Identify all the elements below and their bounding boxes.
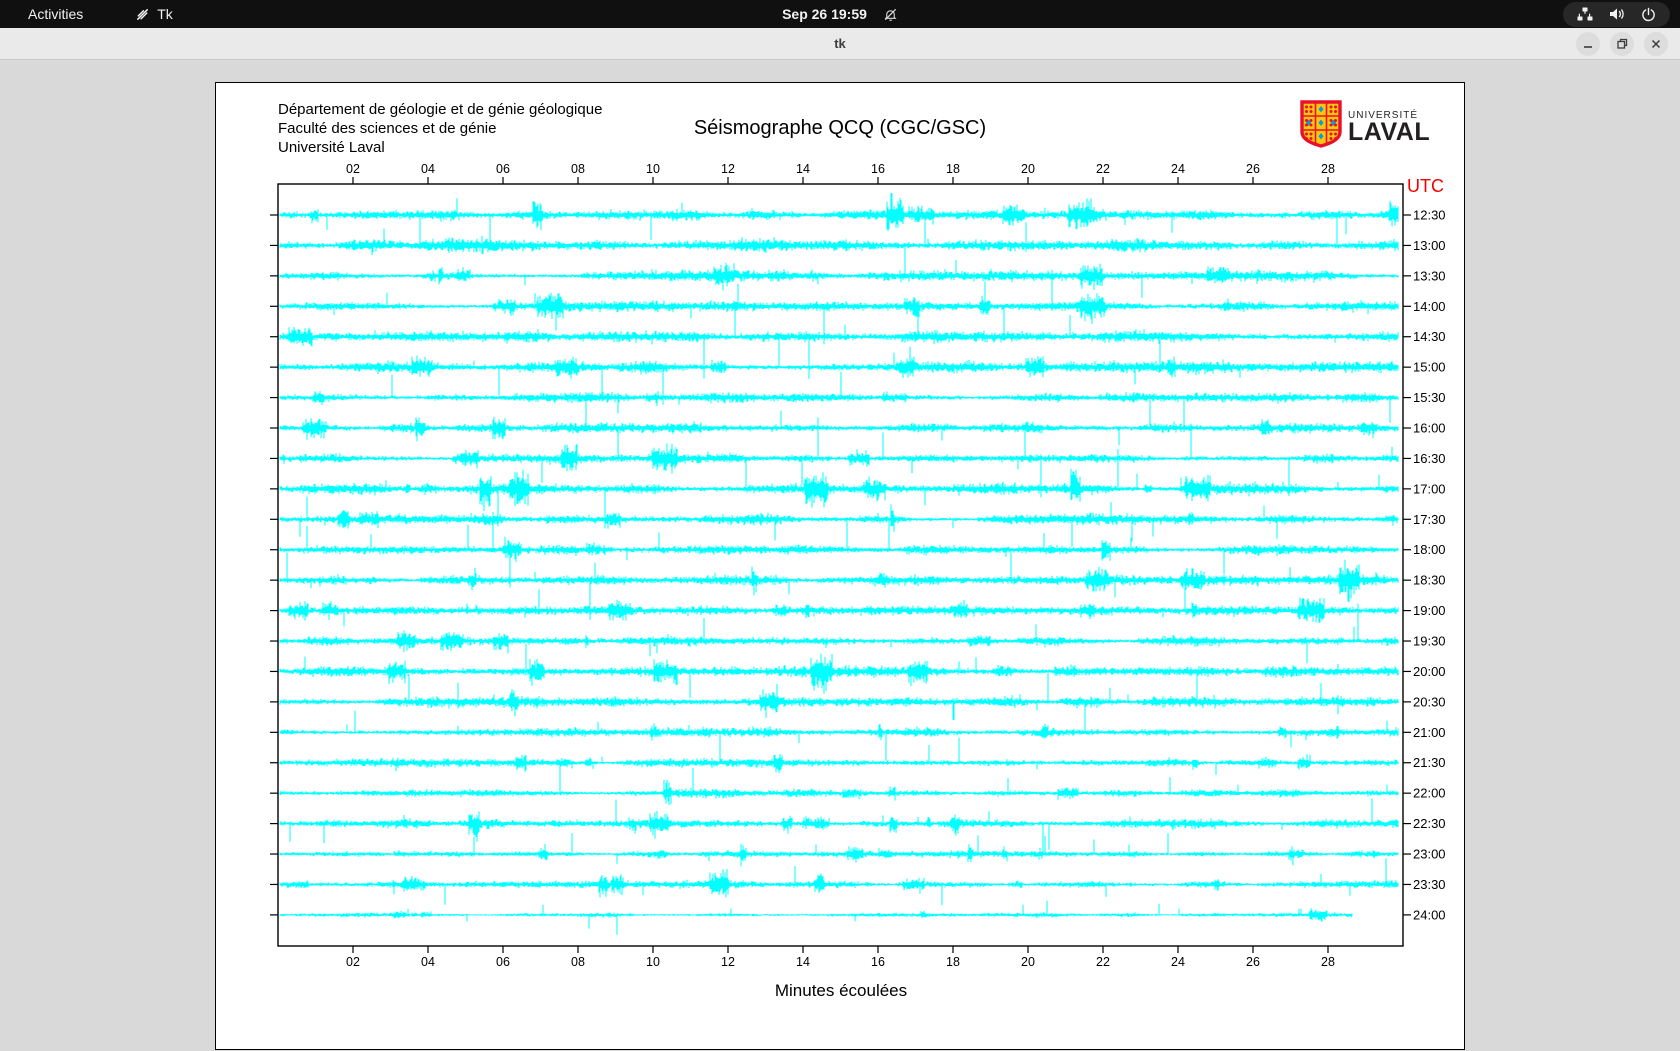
clock[interactable]: Sep 26 19:59 (782, 6, 867, 22)
plot-frame (277, 183, 1404, 947)
x-tick-label-bottom: 24 (1171, 955, 1185, 969)
volume-icon (1609, 7, 1625, 21)
x-tick-label-bottom: 18 (946, 955, 960, 969)
time-label: 21:00 (1413, 725, 1446, 740)
seismogram-trace (279, 496, 1399, 552)
seismograph-canvas: Département de géologie et de génie géol… (215, 82, 1465, 1050)
time-label: 18:00 (1413, 542, 1446, 557)
x-tick-label-top: 08 (571, 162, 585, 176)
time-label: 22:30 (1413, 816, 1446, 831)
time-label: 14:30 (1413, 329, 1446, 344)
window-title: tk (834, 36, 846, 51)
seismogram-trace (279, 333, 1399, 405)
time-label: 15:00 (1413, 360, 1446, 375)
x-tick-label-top: 04 (421, 162, 435, 176)
seismogram-trace (279, 670, 1399, 733)
x-tick-label-top: 12 (721, 162, 735, 176)
x-tick-label-bottom: 20 (1021, 955, 1035, 969)
seismogram-trace (279, 260, 1399, 298)
x-tick-label-bottom: 08 (571, 955, 585, 969)
seismogram-trace (279, 763, 1399, 805)
time-label: 17:30 (1413, 512, 1446, 527)
tk-app-label: Tk (157, 6, 173, 22)
time-label: 12:30 (1413, 208, 1446, 223)
x-tick-label-top: 14 (796, 162, 810, 176)
tk-window-background: Département de géologie et de génie géol… (0, 60, 1680, 1050)
seismogram-trace (279, 734, 1399, 775)
x-tick-label-top: 20 (1021, 162, 1035, 176)
x-tick-label-top: 18 (946, 162, 960, 176)
seismogram-trace (279, 710, 1399, 761)
close-button[interactable] (1644, 32, 1668, 56)
seismogram-trace (279, 858, 1399, 906)
x-tick-label-top: 06 (496, 162, 510, 176)
seismogram-trace (279, 393, 1399, 462)
x-tick-label-top: 10 (646, 162, 660, 176)
x-tick-label-bottom: 04 (421, 955, 435, 969)
x-tick-label-bottom: 14 (796, 955, 810, 969)
time-label: 21:30 (1413, 755, 1446, 770)
time-label: 23:30 (1413, 877, 1446, 892)
power-icon (1641, 7, 1656, 22)
seismogram-trace (279, 218, 1399, 273)
time-label: 19:00 (1413, 603, 1446, 618)
time-label: 20:00 (1413, 664, 1446, 679)
system-tray[interactable] (1563, 1, 1670, 27)
x-tick-label-top: 26 (1246, 162, 1260, 176)
x-tick-label-top: 24 (1171, 162, 1185, 176)
x-tick-label-bottom: 22 (1096, 955, 1110, 969)
seismogram-trace (279, 833, 1399, 867)
time-label: 23:00 (1413, 847, 1446, 862)
x-tick-label-bottom: 28 (1321, 955, 1335, 969)
network-icon (1577, 7, 1593, 21)
seismogram-trace (279, 587, 1399, 627)
x-axis-title: Minutes écoulées (774, 981, 908, 1000)
tk-app-menu[interactable]: Tk (135, 6, 173, 22)
time-label: 16:00 (1413, 421, 1446, 436)
seismogram-plot: 02 02 04 04 06 06 08 08 10 10 12 12 14 14 16 16 18 18 20 20… (270, 162, 1446, 969)
time-label: 17:00 (1413, 481, 1446, 496)
minimize-button[interactable] (1576, 32, 1600, 56)
x-tick-label-bottom: 02 (346, 955, 360, 969)
time-label: 15:30 (1413, 390, 1446, 405)
maximize-button[interactable] (1610, 32, 1634, 56)
x-tick-label-top: 02 (346, 162, 360, 176)
time-label: 13:00 (1413, 238, 1446, 253)
x-tick-label-bottom: 26 (1246, 955, 1260, 969)
time-label: 20:30 (1413, 694, 1446, 709)
seismogram-trace (279, 798, 1399, 855)
time-label: 22:00 (1413, 786, 1446, 801)
tk-icon (135, 7, 150, 22)
seismogram-trace (279, 644, 1399, 698)
x-tick-label-top: 16 (871, 162, 885, 176)
x-tick-label-bottom: 10 (646, 955, 660, 969)
seismogram-trace (279, 371, 1399, 433)
x-tick-label-bottom: 16 (871, 955, 885, 969)
x-tick-label-top: 28 (1321, 162, 1335, 176)
bell-muted-icon (883, 7, 898, 22)
seismogram-trace (279, 193, 1399, 246)
time-label: 16:30 (1413, 451, 1446, 466)
x-tick-label-bottom: 06 (496, 955, 510, 969)
x-tick-label-top: 22 (1096, 162, 1110, 176)
time-label: 19:30 (1413, 634, 1446, 649)
seismogram-trace (279, 900, 1353, 935)
time-label: 18:30 (1413, 573, 1446, 588)
time-label: 14:00 (1413, 299, 1446, 314)
window-title-bar: tk (0, 28, 1680, 60)
gnome-top-bar: Activities Tk Sep 26 19:59 (0, 0, 1680, 28)
time-label: 24:00 (1413, 907, 1446, 922)
time-label: 13:30 (1413, 268, 1446, 283)
activities-button[interactable]: Activities (20, 4, 91, 24)
x-tick-label-bottom: 12 (721, 955, 735, 969)
